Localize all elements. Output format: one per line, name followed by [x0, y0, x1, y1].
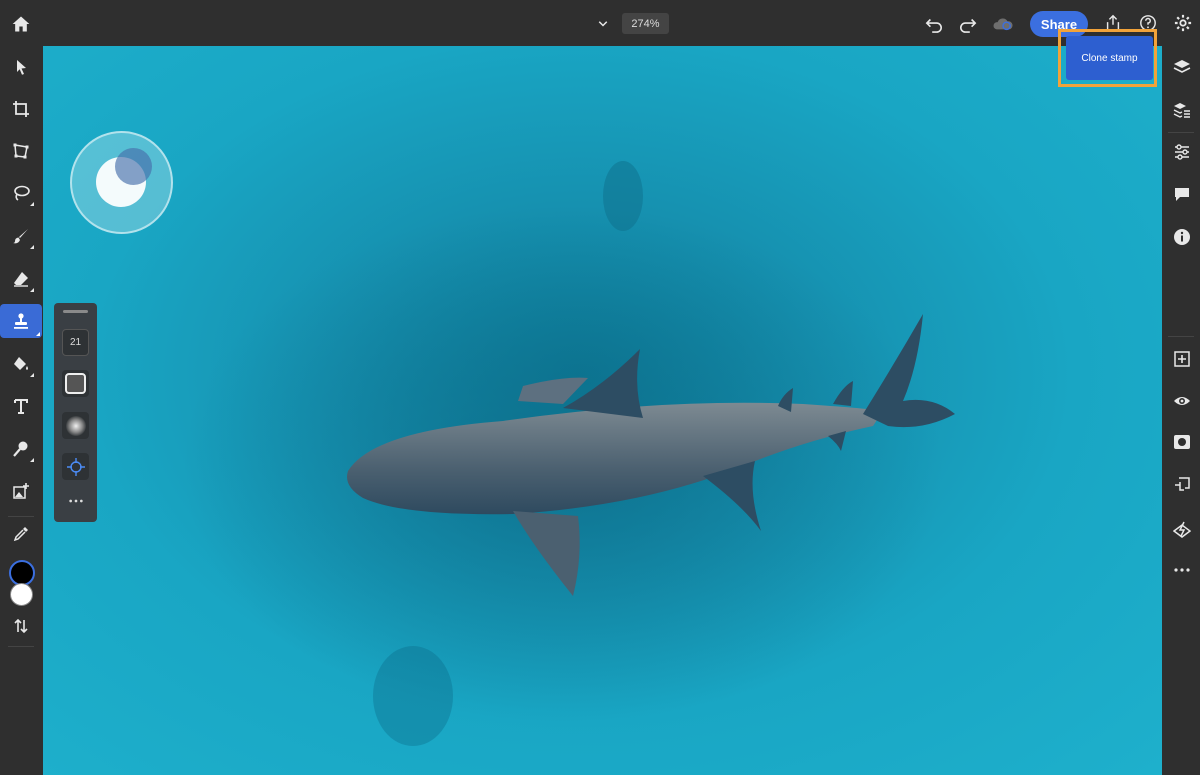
more-options-button[interactable] — [1172, 560, 1192, 580]
brush-size-value: 21 — [69, 337, 82, 348]
layer-properties-icon — [1173, 103, 1190, 118]
visibility-icon — [1174, 397, 1190, 405]
place-image-icon — [13, 483, 29, 499]
healing-icon — [13, 441, 28, 457]
transform-tool[interactable] — [6, 136, 36, 166]
more-tools-indicator — [30, 458, 34, 462]
mask-button[interactable] — [1172, 432, 1192, 452]
zoom-level[interactable]: 274% — [622, 13, 669, 34]
undo-icon[interactable] — [924, 14, 944, 34]
select-tool[interactable] — [6, 52, 36, 82]
more-icon — [1174, 568, 1190, 572]
info-button[interactable] — [1172, 227, 1192, 247]
touch-shortcut-secondary[interactable] — [115, 148, 152, 185]
eraser-icon — [14, 272, 28, 287]
sample-source-button[interactable] — [62, 453, 89, 480]
adjustments-icon — [1175, 144, 1189, 160]
more-tools-indicator — [30, 245, 34, 249]
shark-photo — [183, 161, 955, 746]
layer-properties-button[interactable] — [1172, 100, 1192, 120]
background-color-swatch[interactable] — [10, 583, 33, 606]
eraser-tool[interactable] — [6, 264, 36, 294]
more-tools-indicator — [30, 288, 34, 292]
brush-tool[interactable] — [6, 221, 36, 251]
adjustments-button[interactable] — [1172, 142, 1192, 162]
right-panel-bar — [1162, 46, 1200, 775]
home-icon[interactable] — [10, 13, 32, 35]
mask-icon — [1174, 435, 1190, 449]
swap-arrows-icon — [14, 618, 28, 634]
clone-stamp-tool[interactable] — [0, 304, 42, 338]
brush-shape-button[interactable] — [62, 370, 89, 397]
canvas[interactable] — [43, 46, 1162, 775]
comments-icon — [1175, 188, 1189, 201]
chevron-down-icon[interactable] — [595, 16, 611, 32]
more-tools-indicator — [30, 202, 34, 206]
more-tools-indicator — [36, 332, 40, 336]
visibility-button[interactable] — [1172, 391, 1192, 411]
paint-bucket-icon — [14, 357, 28, 370]
brush-size-button[interactable]: 21 — [62, 329, 89, 356]
panel-divider — [1168, 132, 1194, 133]
brush-icon — [13, 229, 28, 244]
place-image-tool[interactable] — [6, 476, 36, 506]
fx-button[interactable] — [1172, 519, 1192, 539]
lasso-icon — [14, 185, 30, 201]
clone-stamp-tooltip: Clone stamp — [1066, 36, 1153, 80]
palette-more-button[interactable] — [64, 493, 88, 509]
comments-button[interactable] — [1172, 184, 1192, 204]
clipping-icon — [1175, 477, 1190, 491]
clipping-button[interactable] — [1172, 475, 1192, 495]
transform-icon — [13, 143, 29, 159]
toolbar-divider — [8, 516, 34, 517]
crosshair-target-icon — [66, 457, 85, 476]
brush-shape-icon — [65, 373, 86, 394]
brush-softness-icon — [65, 415, 86, 436]
crop-tool[interactable] — [6, 94, 36, 124]
type-icon — [14, 399, 28, 414]
left-toolbar — [0, 46, 43, 775]
add-layer-icon — [1174, 351, 1190, 367]
palette-drag-handle[interactable] — [63, 310, 88, 313]
top-bar: 274% Share — [0, 0, 1200, 47]
more-icon — [69, 499, 83, 503]
cloud-sync-icon[interactable] — [991, 14, 1015, 34]
info-icon — [1174, 229, 1190, 245]
fx-icon — [1173, 521, 1191, 538]
swap-colors-button[interactable] — [6, 611, 36, 641]
panel-divider — [1168, 336, 1194, 337]
tool-options-palette: 21 — [54, 303, 97, 522]
layers-button[interactable] — [1172, 57, 1192, 77]
settings-gear-icon[interactable] — [1173, 13, 1193, 33]
eyedropper-tool[interactable] — [6, 519, 36, 549]
brush-hardness-button[interactable] — [62, 412, 89, 439]
more-tools-indicator — [30, 373, 34, 377]
select-icon — [17, 60, 26, 75]
lasso-tool[interactable] — [6, 178, 36, 208]
crop-icon — [13, 101, 29, 117]
redo-icon[interactable] — [958, 14, 978, 34]
paint-bucket-tool[interactable] — [6, 349, 36, 379]
toolbar-divider — [8, 646, 34, 647]
type-tool[interactable] — [6, 391, 36, 421]
clone-stamp-icon — [14, 313, 28, 329]
add-layer-button[interactable] — [1172, 349, 1192, 369]
eyedropper-icon — [13, 527, 28, 542]
healing-tool[interactable] — [6, 434, 36, 464]
layers-icon — [1173, 60, 1191, 73]
